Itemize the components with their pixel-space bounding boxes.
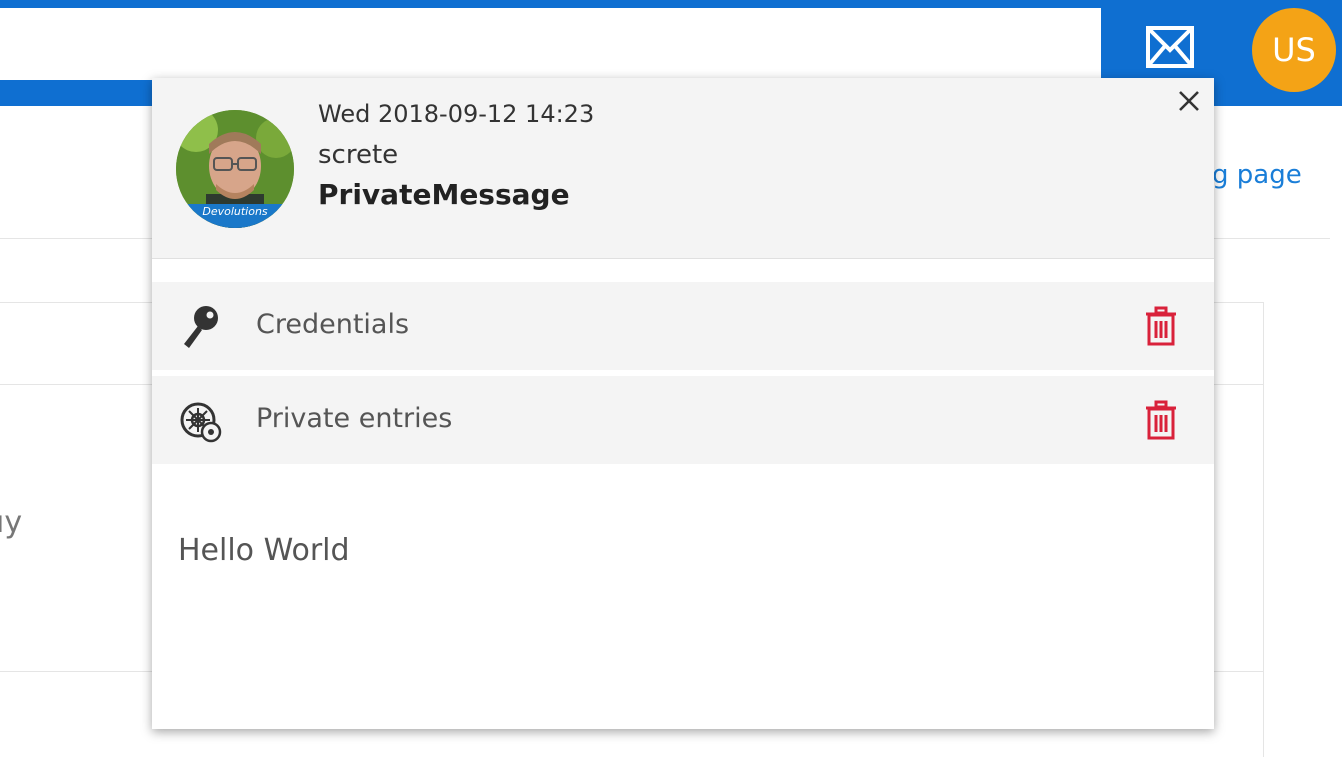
trash-icon[interactable] <box>1144 306 1178 346</box>
attachment-private-entries[interactable]: Private entries <box>152 376 1214 464</box>
avatar-badge-text: Devolutions <box>202 205 268 218</box>
trash-icon[interactable] <box>1144 400 1178 440</box>
top-bar-left-band <box>0 80 160 106</box>
attachment-label: Private entries <box>256 403 453 434</box>
close-icon[interactable] <box>1176 88 1202 114</box>
attachment-label: Credentials <box>256 309 410 340</box>
user-avatar[interactable]: US <box>1252 8 1336 92</box>
message-timestamp: Wed 2018-09-12 14:23 <box>318 100 595 128</box>
message-subject: PrivateMessage <box>318 178 570 211</box>
sender-avatar: Devolutions <box>176 110 294 228</box>
mail-icon[interactable] <box>1145 22 1195 72</box>
key-icon <box>184 306 218 348</box>
background-link[interactable]: g page <box>1212 160 1332 190</box>
message-popup: Devolutions Wed 2018-09-12 14:23 screte … <box>152 78 1214 729</box>
private-entries-icon <box>180 402 222 443</box>
message-body: Hello World <box>178 533 350 568</box>
search-input[interactable] <box>0 10 1101 80</box>
background-partial-text: ıy <box>0 505 23 540</box>
message-header: Devolutions Wed 2018-09-12 14:23 screte … <box>152 78 1214 259</box>
message-sender: screte <box>318 140 399 170</box>
attachment-credentials[interactable]: Credentials <box>152 282 1214 370</box>
